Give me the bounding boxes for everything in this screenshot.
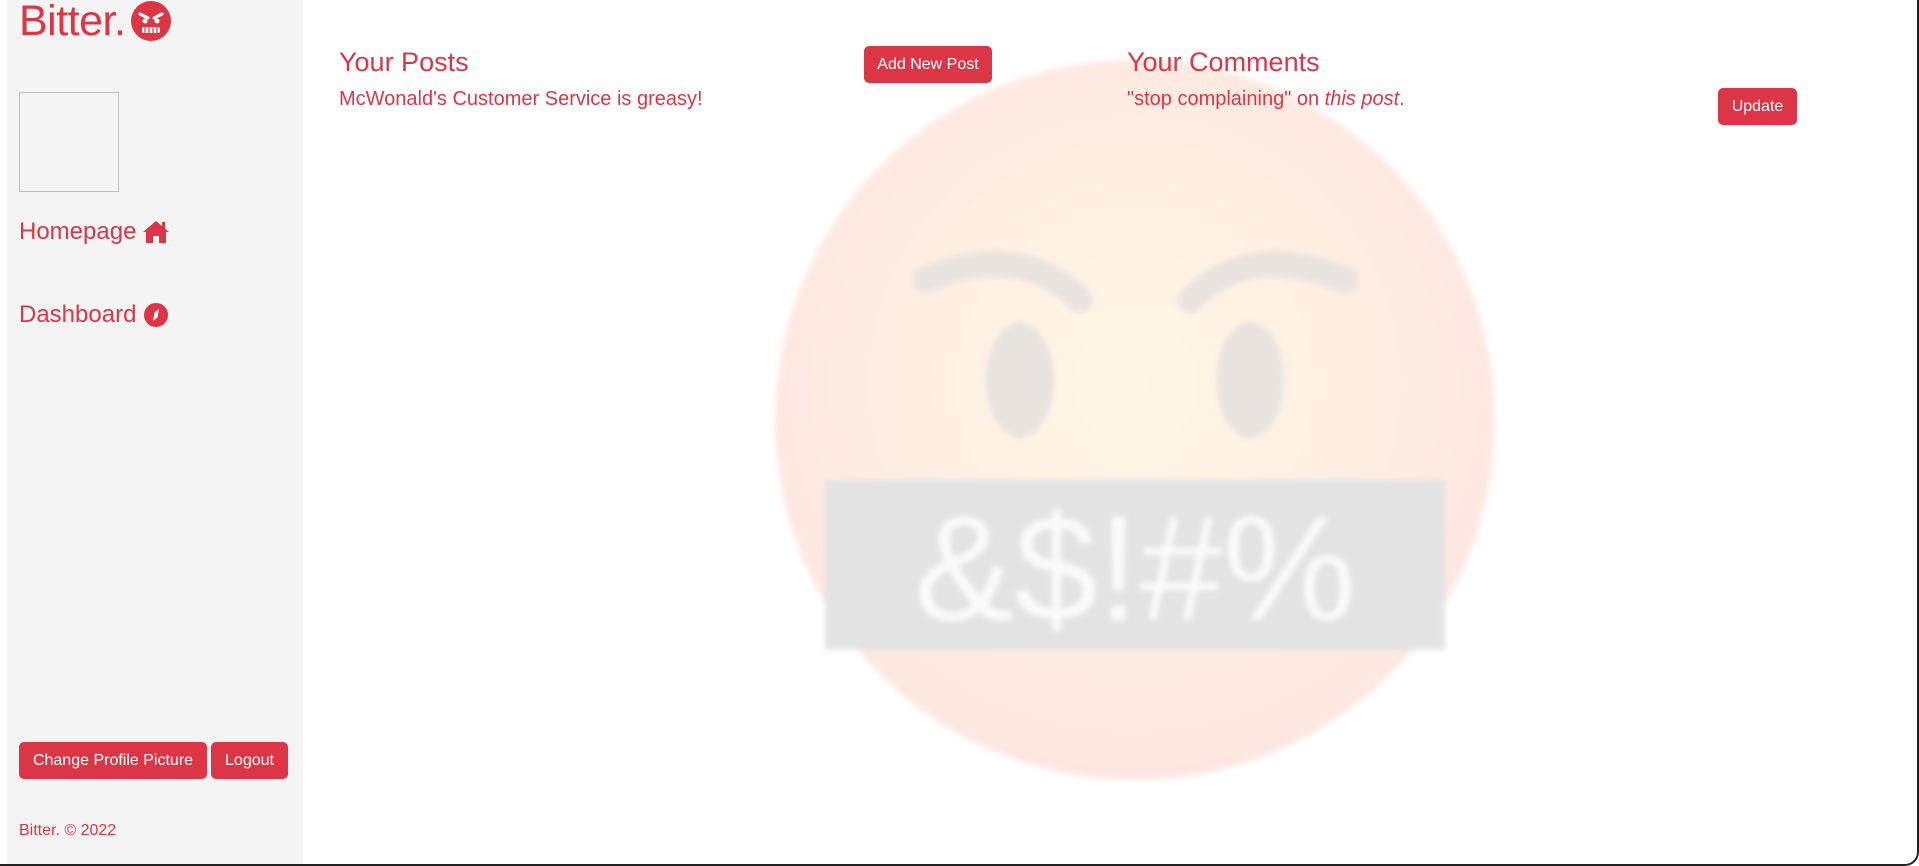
comment-item: "stop complaining" on this post. (1127, 88, 1405, 111)
app-window: &$!#% Bitter. Homepage Dashboard Change … (0, 0, 1919, 866)
angry-censored-face-icon: &$!#% (775, 60, 1495, 780)
change-profile-picture-button[interactable]: Change Profile Picture (19, 742, 207, 779)
brand-logo[interactable]: Bitter. (19, 0, 172, 46)
comment-text: "stop complaining" (1127, 88, 1292, 110)
comments-title: Your Comments (1127, 47, 1320, 77)
posts-title: Your Posts (339, 47, 469, 77)
brand-name: Bitter. (19, 0, 126, 45)
sidebar: Bitter. Homepage Dashboard Change Profil… (7, 0, 303, 864)
home-icon (143, 221, 170, 243)
angry-face-icon (131, 1, 172, 41)
comment-post-link[interactable]: this post (1325, 88, 1399, 110)
nav-homepage[interactable]: Homepage (19, 218, 170, 246)
nav-homepage-label: Homepage (19, 218, 137, 245)
watermark-symbols: &$!#% (914, 484, 1356, 652)
comment-on-text: on (1291, 88, 1325, 110)
footer-copyright: Bitter. © 2022 (19, 822, 117, 839)
update-comment-button[interactable]: Update (1718, 88, 1797, 125)
nav-dashboard[interactable]: Dashboard (19, 301, 170, 329)
add-new-post-button[interactable]: Add New Post (864, 46, 992, 83)
logout-button[interactable]: Logout (211, 742, 288, 779)
post-link[interactable]: McWonald's Customer Service is greasy! (339, 88, 703, 111)
compass-icon (144, 303, 169, 327)
nav-dashboard-label: Dashboard (19, 301, 137, 328)
comment-end: . (1399, 88, 1405, 110)
profile-avatar (19, 92, 119, 192)
